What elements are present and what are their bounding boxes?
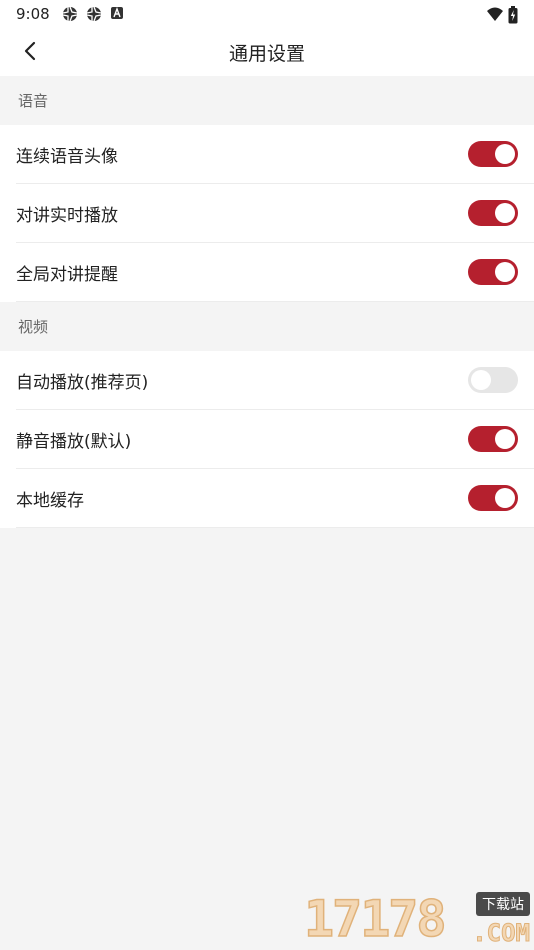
watermark-suffix: .COM: [472, 919, 531, 947]
status-bar: 9:08: [0, 0, 534, 28]
toggle-switch[interactable]: [468, 367, 518, 393]
setting-row-autoplay-recommended: 自动播放(推荐页): [16, 351, 534, 410]
setting-row-continuous-voice-avatar: 连续语音头像: [16, 125, 534, 184]
setting-row-mute-play-default: 静音播放(默认): [16, 410, 534, 469]
toggle-knob: [495, 429, 515, 449]
aperture-icon: [62, 6, 78, 22]
back-button[interactable]: [14, 36, 48, 70]
toggle-knob: [471, 370, 491, 390]
setting-label: 本地缓存: [16, 490, 84, 511]
status-left: 9:08: [16, 5, 126, 23]
page-title: 通用设置: [228, 42, 305, 65]
section-header-voice: 语音: [0, 76, 534, 125]
setting-row-local-cache: 本地缓存: [16, 469, 534, 528]
battery-charging-icon: [508, 6, 518, 24]
status-right: [486, 6, 518, 24]
setting-label: 自动播放(推荐页): [16, 372, 149, 393]
section-header-video: 视频: [0, 302, 534, 351]
toggle-switch[interactable]: [468, 200, 518, 226]
toggle-switch[interactable]: [468, 141, 518, 167]
toggle-switch[interactable]: [468, 259, 518, 285]
chevron-left-icon: [23, 41, 39, 65]
setting-row-global-intercom-reminder: 全局对讲提醒: [16, 243, 534, 302]
toggle-switch[interactable]: [468, 485, 518, 511]
section-list-video: 自动播放(推荐页) 静音播放(默认) 本地缓存: [0, 351, 534, 528]
toggle-knob: [495, 488, 515, 508]
toggle-knob: [495, 203, 515, 223]
status-time: 9:08: [16, 5, 50, 23]
setting-label: 全局对讲提醒: [16, 264, 118, 285]
setting-label: 对讲实时播放: [16, 205, 118, 226]
watermark-badge: 下载站: [476, 892, 530, 916]
setting-row-intercom-realtime-play: 对讲实时播放: [16, 184, 534, 243]
toggle-knob: [495, 262, 515, 282]
setting-label: 连续语音头像: [16, 146, 118, 167]
watermark-digits: 17178: [303, 889, 447, 949]
font-a-icon: [110, 6, 126, 22]
aperture-icon: [86, 6, 102, 22]
section-list-voice: 连续语音头像 对讲实时播放 全局对讲提醒: [0, 125, 534, 302]
app-header: 通用设置: [0, 28, 534, 76]
toggle-knob: [495, 144, 515, 164]
wifi-icon: [486, 6, 503, 22]
toggle-switch[interactable]: [468, 426, 518, 452]
setting-label: 静音播放(默认): [16, 431, 132, 452]
site-watermark: 17178 下载站 .COM: [303, 889, 531, 949]
